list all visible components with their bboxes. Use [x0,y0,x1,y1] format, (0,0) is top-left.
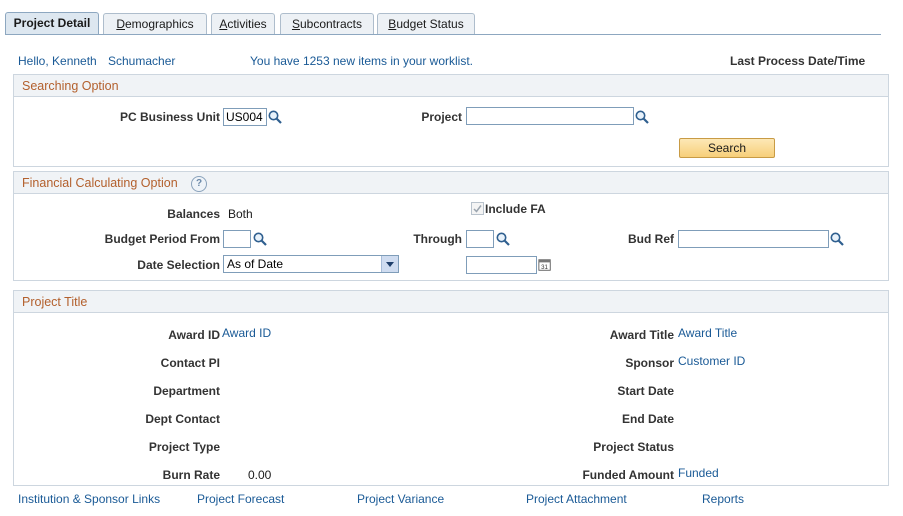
tab-accel: S [291,17,300,31]
user-last-name: Schumacher [108,54,176,68]
project-attachment-link[interactable]: Project Attachment [526,492,627,506]
tab-label: udget Status [396,17,464,31]
project-type-label: Project Type [148,440,220,454]
date-selection-label: Date Selection [137,258,220,272]
balances-value: Both [228,207,253,221]
tab-subcontracts[interactable]: Subcontracts [280,13,374,34]
award-title-value: Award Title [678,326,738,340]
lookup-icon[interactable] [634,109,650,125]
tab-budget-status[interactable]: Budget Status [377,13,475,34]
through-label: Through [413,232,462,246]
worklist-link[interactable]: You have 1253 new items in your worklist… [250,54,473,68]
budget-period-from-label: Budget Period From [104,232,220,246]
burn-rate-label: Burn Rate [162,468,220,482]
project-forecast-link[interactable]: Project Forecast [197,492,284,506]
end-date-label: End Date [621,412,674,426]
tab-label: ubcontracts [299,17,363,31]
bud-ref-label: Bud Ref [628,232,674,246]
award-id-label: Award ID [168,328,220,342]
group-title: Financial Calculating Option [14,172,888,194]
help-icon[interactable]: ? [191,176,207,192]
funded-amount-label: Funded Amount [582,468,674,482]
chevron-down-icon [381,256,398,272]
lookup-icon[interactable] [495,231,511,247]
through-input[interactable] [466,230,494,248]
sponsor-label: Sponsor [625,356,674,370]
budget-period-from-input[interactable] [223,230,251,248]
tab-label: emographics [124,17,194,31]
svg-text:31: 31 [541,264,548,271]
lookup-icon[interactable] [252,231,268,247]
date-selection-dropdown[interactable]: As of Date [223,255,399,273]
group-title: Searching Option [14,75,888,97]
contact-pi-label: Contact PI [160,356,220,370]
project-label: Project [421,110,462,124]
tab-divider [5,34,881,35]
burn-rate-value: 0.00 [248,468,272,482]
tab-demographics[interactable]: Demographics [103,13,207,34]
include-fa-label: Include FA [485,202,546,216]
award-id-value: Award ID [222,326,272,340]
project-status-label: Project Status [593,440,674,454]
department-label: Department [153,384,220,398]
as-of-date-input[interactable] [466,256,537,274]
start-date-label: Start Date [617,384,674,398]
balances-label: Balances [167,207,220,221]
last-process-label: Last Process Date/Time [730,54,866,68]
bud-ref-input[interactable] [678,230,829,248]
group-title: Project Title [14,291,888,313]
lookup-icon[interactable] [829,231,845,247]
tab-project-detail[interactable]: Project Detail [5,12,99,35]
project-input[interactable] [466,107,634,125]
date-selection-value: As of Date [227,257,284,271]
pc-business-unit-input[interactable] [223,108,267,126]
calendar-icon[interactable]: 31 [538,258,552,272]
tab-label: Project Detail [13,16,91,30]
award-title-label: Award Title [609,328,674,342]
funded-amount-value: Funded [678,466,719,480]
pc-business-unit-label: PC Business Unit [119,110,220,124]
project-variance-link[interactable]: Project Variance [357,492,444,506]
lookup-icon[interactable] [267,109,283,125]
reports-link[interactable]: Reports [702,492,744,506]
dept-contact-label: Dept Contact [145,412,220,426]
checkmark-icon [473,205,482,213]
tab-activities[interactable]: Activities [211,13,275,34]
include-fa-checkbox[interactable] [471,202,484,215]
sponsor-value: Customer ID [678,354,746,368]
tab-accel: D [116,17,125,31]
tab-label: ctivities [227,17,267,31]
greeting: Hello, Kenneth [18,54,97,68]
institution-sponsor-links[interactable]: Institution & Sponsor Links [18,492,160,506]
search-button[interactable]: Search [679,138,775,158]
